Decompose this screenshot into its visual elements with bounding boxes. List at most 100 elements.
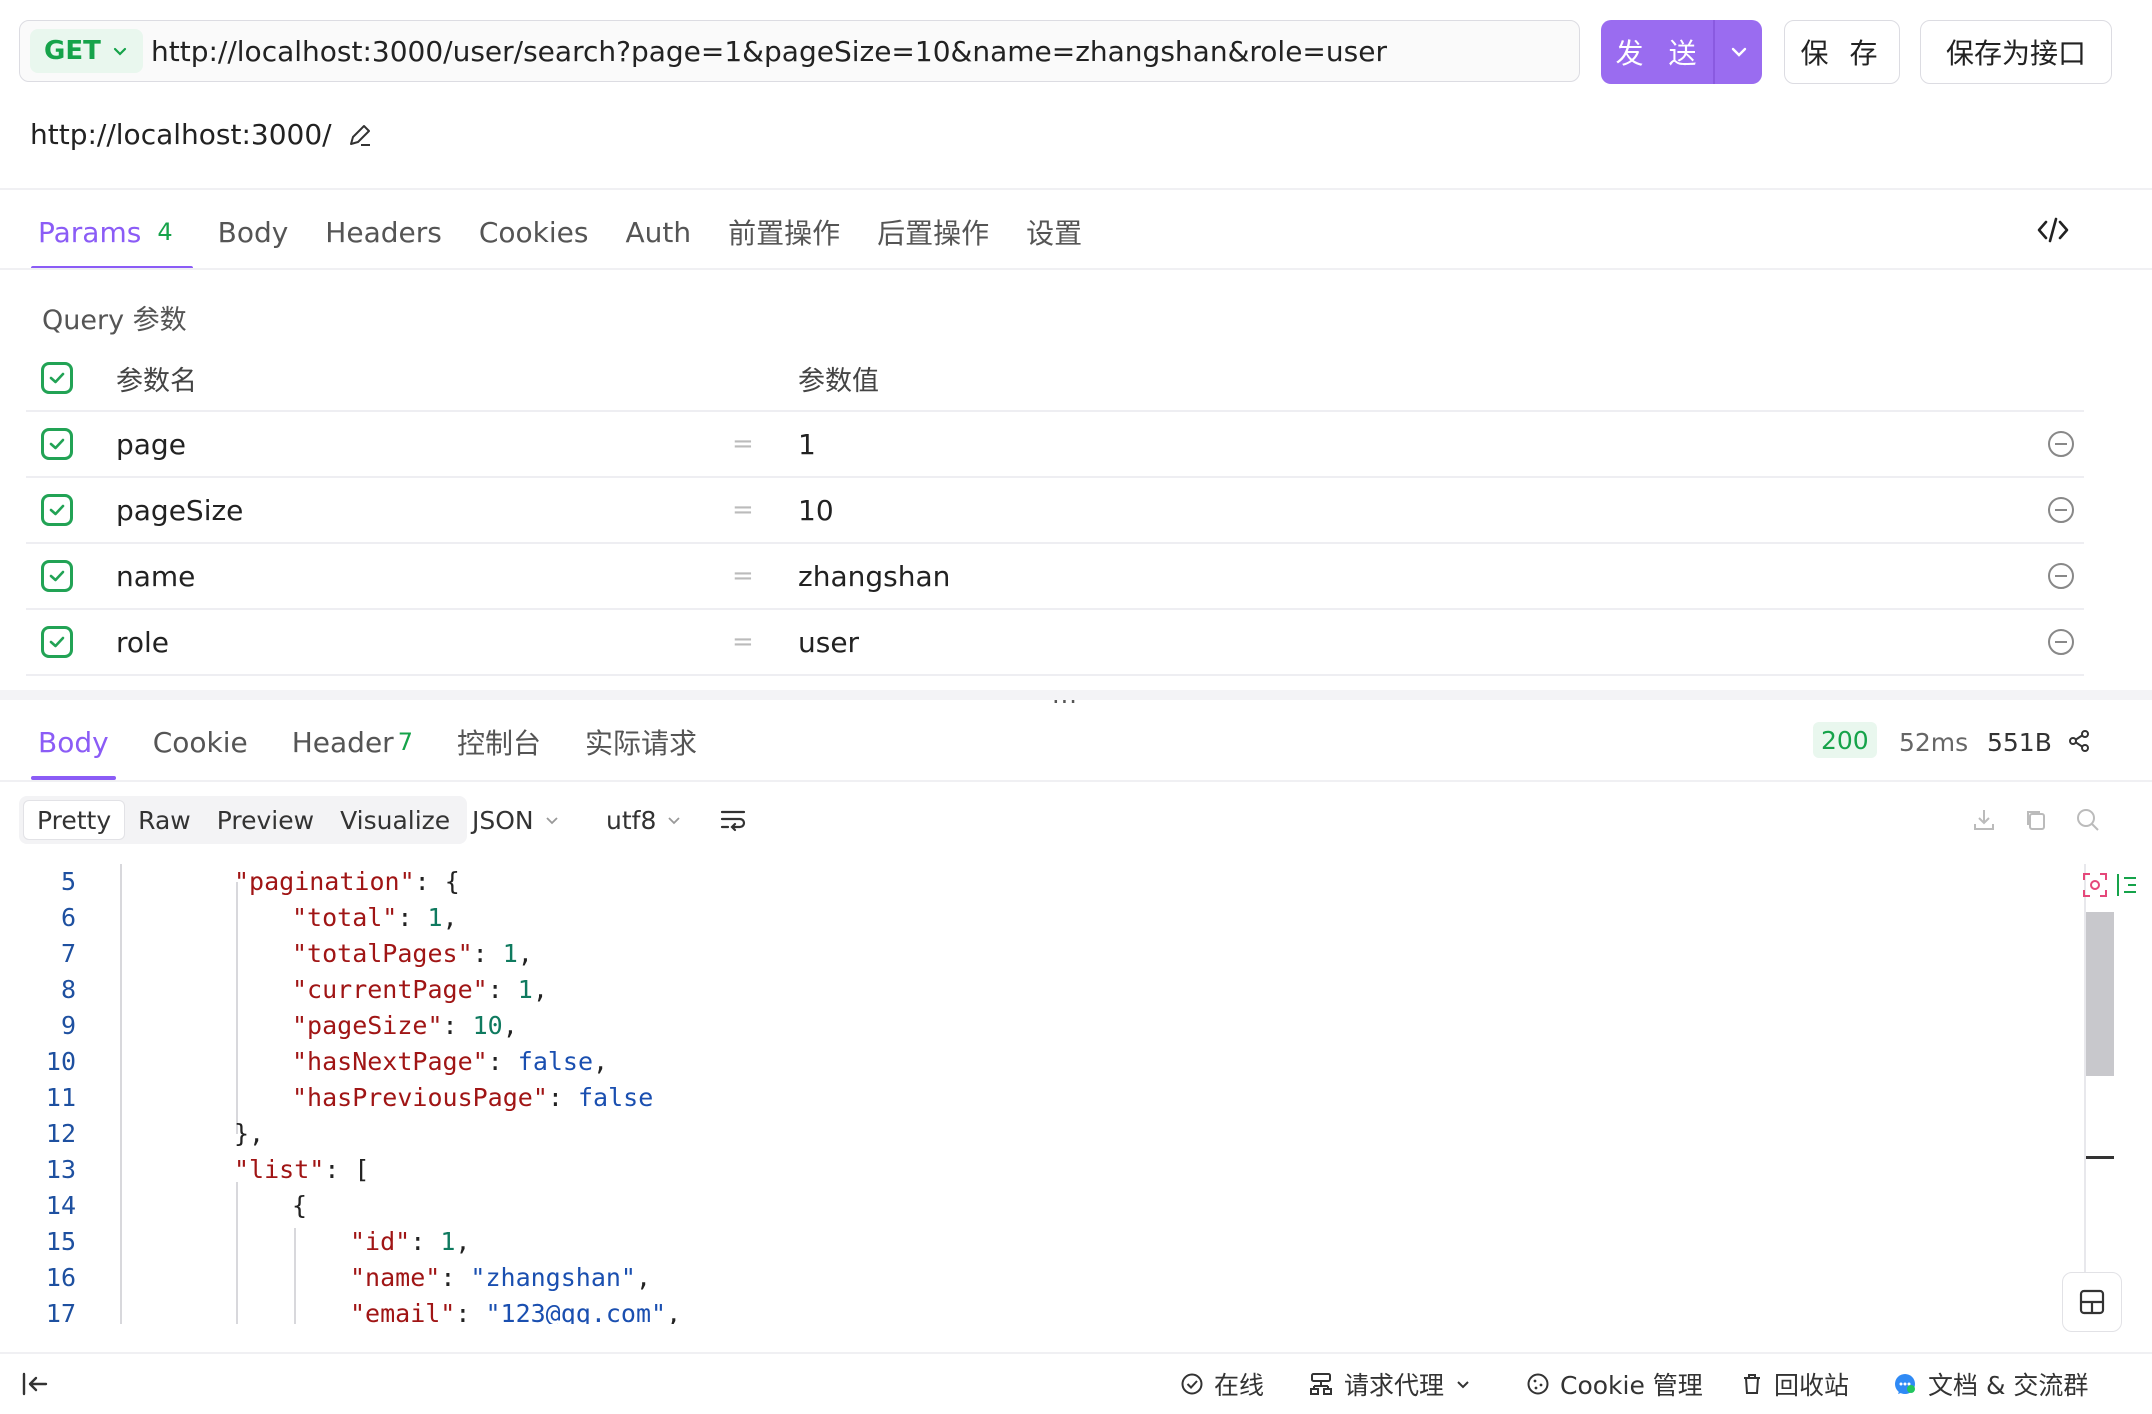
line-number: 17 [45, 1299, 76, 1324]
response-time: 52ms [1899, 727, 1969, 757]
base-url-text: http://localhost:3000/ [30, 118, 332, 151]
cookie-manager[interactable]: Cookie 管理 [1526, 1354, 1703, 1414]
response-tab-actual-request[interactable]: 实际请求 [585, 714, 697, 770]
response-tab-cookie[interactable]: Cookie [153, 714, 248, 770]
method-label: GET [44, 36, 101, 66]
equals-sign: = [732, 495, 754, 525]
layout-icon [2079, 1289, 2105, 1315]
line-number: 14 [45, 1191, 76, 1220]
view-pretty[interactable]: Pretty [23, 800, 126, 840]
response-tab-console[interactable]: 控制台 [457, 714, 541, 770]
tab-auth[interactable]: Auth [625, 204, 691, 260]
remove-param-icon[interactable] [2048, 431, 2074, 457]
divider [0, 268, 2152, 270]
line-number: 5 [60, 867, 76, 896]
query-section-title: Query 参数 [42, 305, 187, 336]
method-select[interactable]: GET [30, 29, 143, 73]
encoding-select[interactable]: utf8 [606, 796, 682, 844]
param-value-input[interactable]: zhangshan [798, 560, 950, 593]
select-all-checkbox[interactable] [41, 362, 73, 394]
copy-icon[interactable] [2022, 806, 2050, 834]
collapse-sidebar-icon[interactable] [20, 1370, 50, 1398]
view-raw[interactable]: Raw [125, 800, 204, 840]
check-icon [49, 570, 65, 582]
param-checkbox[interactable] [41, 428, 73, 460]
chevron-down-icon [545, 817, 558, 825]
send-button[interactable]: 发 送 [1601, 20, 1713, 84]
line-number: 15 [45, 1227, 76, 1256]
request-proxy-menu[interactable]: 请求代理 [1308, 1354, 1472, 1414]
code-line: "email": "123@qq.com", [350, 1299, 682, 1324]
indent-guide [294, 1228, 296, 1324]
check-icon [49, 504, 65, 516]
chat-icon [1895, 1374, 1915, 1394]
param-checkbox[interactable] [41, 560, 73, 592]
chevron-down-icon [1731, 47, 1746, 57]
search-icon[interactable] [2074, 806, 2102, 834]
tab-pre-script[interactable]: 前置操作 [728, 204, 840, 260]
recycle-bin[interactable]: 回收站 [1740, 1354, 1849, 1414]
divider [0, 780, 2152, 782]
view-visualize[interactable]: Visualize [327, 800, 463, 840]
remove-param-icon[interactable] [2048, 629, 2074, 655]
encoding-value: utf8 [606, 805, 657, 835]
docs-community[interactable]: 文档 & 交流群 [1892, 1354, 2088, 1414]
param-checkbox[interactable] [41, 626, 73, 658]
indent-guide [236, 882, 238, 1134]
response-tab-header[interactable]: Header 7 [292, 714, 413, 770]
code-line: "hasPreviousPage": false [292, 1083, 654, 1112]
code-line: "id": 1, [350, 1227, 471, 1256]
param-value-input[interactable]: user [798, 626, 859, 659]
line-number: 12 [45, 1119, 76, 1148]
code-line: "name": "zhangshan", [350, 1263, 652, 1292]
focus-icon[interactable] [2080, 870, 2110, 900]
download-icon[interactable] [1970, 806, 1998, 834]
outline-icon[interactable] [2112, 870, 2142, 900]
param-name-input[interactable]: name [116, 560, 195, 593]
view-preview[interactable]: Preview [204, 800, 327, 840]
check-icon [49, 636, 65, 648]
scrollbar-thumb[interactable] [2086, 912, 2114, 1076]
param-value-input[interactable]: 10 [798, 494, 834, 527]
layout-toggle-button[interactable] [2062, 1272, 2122, 1332]
response-body-editor[interactable]: 5 "pagination": { 6 "total": 1, 7 "totalPag… [0, 864, 2084, 1324]
line-number: 11 [45, 1083, 76, 1112]
param-value-input[interactable]: 1 [798, 428, 816, 461]
chevron-down-icon [668, 817, 680, 825]
line-number: 16 [45, 1263, 76, 1292]
cookie-icon [1527, 1373, 1549, 1395]
remove-param-icon[interactable] [2048, 563, 2074, 589]
remove-param-icon[interactable] [2048, 497, 2074, 523]
tab-headers[interactable]: Headers [325, 204, 442, 260]
code-line: { [292, 1191, 308, 1220]
param-name-input[interactable]: page [116, 428, 186, 461]
tab-body[interactable]: Body [218, 204, 289, 260]
share-icon[interactable] [2066, 728, 2092, 754]
scroll-marker [2086, 1156, 2114, 1159]
format-select[interactable]: JSON [472, 796, 560, 844]
response-tab-body[interactable]: Body [31, 714, 116, 780]
param-checkbox[interactable] [41, 494, 73, 526]
line-number: 10 [45, 1047, 76, 1076]
save-as-api-button[interactable]: 保存为接口 [1920, 20, 2112, 84]
params-count-badge: 4 [157, 218, 173, 246]
param-name-input[interactable]: role [116, 626, 169, 659]
param-row: pageSize = 10 [26, 478, 2084, 544]
tab-params[interactable]: Params 4 [31, 204, 193, 270]
code-line: "pagination": { [234, 867, 460, 896]
tab-post-script[interactable]: 后置操作 [877, 204, 989, 260]
equals-sign: = [732, 561, 754, 591]
edit-icon[interactable] [346, 121, 374, 149]
trash-icon [1744, 1374, 1760, 1394]
tab-cookies[interactable]: Cookies [479, 204, 589, 260]
send-button-group: 发 送 [1601, 20, 1762, 84]
code-icon[interactable] [2036, 214, 2070, 246]
wrap-lines-icon[interactable] [718, 806, 748, 834]
online-status[interactable]: 在线 [1180, 1354, 1264, 1414]
send-dropdown-button[interactable] [1715, 20, 1762, 84]
tab-settings[interactable]: 设置 [1026, 204, 1082, 260]
param-name-input[interactable]: pageSize [116, 494, 243, 527]
drag-handle-icon[interactable]: ··· [1052, 688, 1078, 716]
save-button[interactable]: 保 存 [1784, 20, 1900, 84]
url-input[interactable]: http://localhost:3000/user/search?page=1… [151, 21, 1387, 81]
